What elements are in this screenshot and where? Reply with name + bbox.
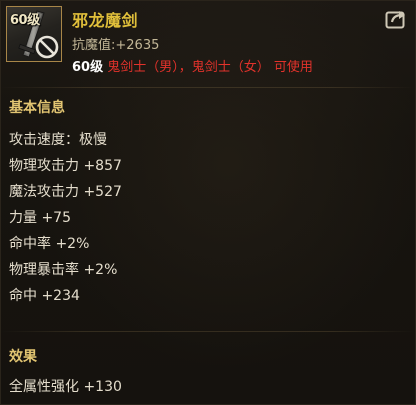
item-header: 60级 邪龙魔剑 抗魔值:+2635 60级 鬼剑士（男），鬼剑士（女） 可使用 [1,1,415,81]
stat-physical-crit-rate: 物理暴击率 +2% [9,262,118,278]
stat-hit-rate: 命中率 +2% [9,236,90,252]
anti-magic-value: 抗魔值:+2635 [72,34,159,53]
no-entry-icon [35,35,59,59]
required-level: 60级 [72,60,104,75]
basic-info-title: 基本信息 [9,100,65,116]
item-name: 邪龙魔剑 [72,11,139,30]
header-divider [1,87,415,88]
effect-title: 效果 [9,349,37,365]
stat-strength: 力量 +75 [9,210,71,226]
item-icon-slot[interactable]: 60级 [6,6,62,62]
effect-all-element-enhance: 全属性强化 +130 [9,379,122,395]
anti-magic-number: +2635 [115,38,160,53]
class-requirement: 60级 鬼剑士（男），鬼剑士（女） 可使用 [72,56,313,75]
required-classes: 鬼剑士（男），鬼剑士（女） 可使用 [107,60,313,75]
stat-attack-speed: 攻击速度：极慢 [9,132,107,148]
stat-accuracy: 命中 +234 [9,288,80,304]
effect-divider [1,331,415,332]
item-tooltip: 60级 邪龙魔剑 抗魔值:+2635 60级 鬼剑士（男），鬼剑士（女） 可使用… [0,0,416,405]
item-level-badge: 60级 [10,13,40,28]
share-icon[interactable] [384,8,408,30]
stat-physical-attack: 物理攻击力 +857 [9,158,122,174]
stat-magic-attack: 魔法攻击力 +527 [9,184,122,200]
anti-magic-label: 抗魔值: [72,38,116,53]
